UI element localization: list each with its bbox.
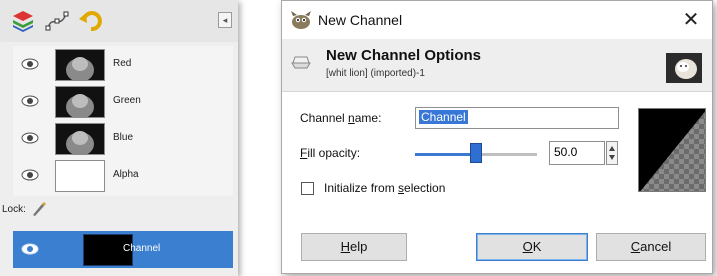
eye-icon[interactable] [21,58,39,70]
new-channel-dialog: New Channel ✕ New Channel Options [whit … [281,0,713,274]
eye-icon[interactable] [21,243,39,255]
eye-icon[interactable] [21,132,39,144]
initialize-from-selection-label: Initialize from selection [324,181,446,195]
channel-thumbnail [55,86,105,118]
spin-down-icon[interactable] [609,155,615,160]
dialog-header: New Channel Options [whit lion] (importe… [282,39,712,92]
slider-handle[interactable] [470,143,482,163]
fill-opacity-label: Fill opacity: [300,146,361,160]
channel-row-alpha[interactable]: Alpha [13,157,233,194]
dialog-title: New Channel [318,12,403,28]
channel-thumbnail [55,123,105,155]
dock-menu-button[interactable]: ◂ [218,12,232,28]
lock-label: Lock: [2,204,26,215]
channel-row-active[interactable]: Channel [13,231,233,268]
channel-name-field[interactable]: Channel [415,107,619,129]
dock-tab-bar: ◂ [0,0,238,42]
channel-label: Red [113,58,132,69]
channel-label: Green [113,95,141,106]
slider-fill [415,153,476,156]
channel-label: Blue [113,132,134,143]
layers-icon[interactable] [10,8,36,34]
paths-icon[interactable] [44,8,70,34]
ok-button[interactable]: OK [476,233,588,261]
channel-row-blue[interactable]: Blue [13,120,233,157]
channel-thumbnail [55,160,105,192]
channel-preview [638,108,706,192]
channels-dock: ◂ Red Green Blue Alpha Lock: Channel [0,0,238,276]
channel-icon [291,56,311,69]
help-button[interactable]: Help [301,233,407,261]
eye-icon[interactable] [21,95,39,107]
channel-label: Alpha [113,169,139,180]
channel-row-green[interactable]: Green [13,83,233,120]
title-bar: New Channel ✕ [282,1,712,39]
header-title: New Channel Options [326,47,482,64]
lock-pixels-brush-icon[interactable] [30,200,48,218]
initialize-from-selection-checkbox[interactable] [301,182,314,195]
header-subtitle: [whit lion] (imported)-1 [326,68,425,79]
channel-list: Red Green Blue Alpha [13,46,233,196]
channel-label: Channel [123,243,161,254]
fill-opacity-spinner[interactable] [606,141,618,165]
lock-row: Lock: [2,202,46,216]
cancel-button[interactable]: Cancel [596,233,706,261]
close-button[interactable]: ✕ [678,7,704,33]
channel-row-red[interactable]: Red [13,46,233,83]
spin-up-icon[interactable] [609,146,615,151]
gimp-icon [291,11,311,29]
fill-opacity-value[interactable]: 50.0 [549,141,605,165]
image-thumbnail [666,53,702,83]
eye-icon[interactable] [21,169,39,181]
channel-name-value: Channel [419,110,468,124]
channel-thumbnail [55,49,105,81]
channel-name-label: Channel name: [300,111,382,125]
undo-history-icon[interactable] [78,8,104,34]
